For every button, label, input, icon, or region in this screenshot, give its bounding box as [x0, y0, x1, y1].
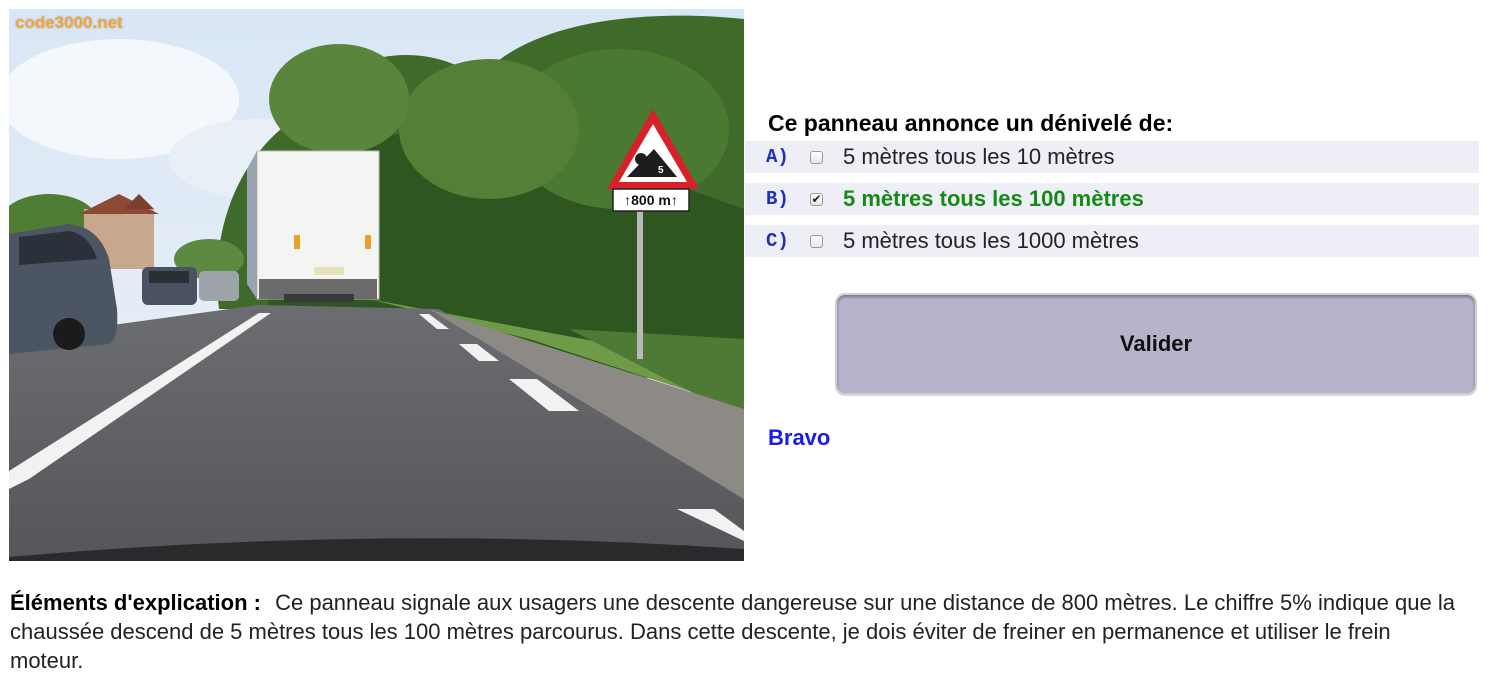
- answer-row-b[interactable]: B) ✔ 5 mètres tous les 100 mètres: [745, 183, 1479, 215]
- sign-plate-text: ↑800 m↑: [624, 192, 678, 208]
- answer-text: 5 mètres tous les 1000 mètres: [843, 228, 1139, 253]
- answer-letter: B): [766, 188, 789, 210]
- result-message: Bravo: [768, 425, 831, 450]
- road-photo: 5 ↑800 m↑ code3000.net: [9, 9, 744, 561]
- answer-row-a[interactable]: A) 5 mètres tous les 10 mètres: [745, 141, 1479, 173]
- svg-text:5: 5: [658, 165, 664, 176]
- explanation-block: Éléments d'explication : Ce panneau sign…: [10, 588, 1470, 675]
- validate-button[interactable]: Valider: [835, 293, 1477, 395]
- answer-row-c[interactable]: C) 5 mètres tous les 1000 mètres: [745, 225, 1479, 257]
- answer-letter: C): [766, 230, 789, 252]
- answer-letter: A): [766, 146, 789, 168]
- road-scene-illustration: 5 ↑800 m↑: [9, 9, 744, 561]
- answer-text-correct: 5 mètres tous les 100 mètres: [843, 186, 1144, 211]
- answer-checkbox-checked[interactable]: ✔: [810, 192, 823, 206]
- explanation-label: Éléments d'explication :: [10, 590, 261, 615]
- question-title: Ce panneau annonce un dénivelé de:: [768, 110, 1174, 136]
- answer-checkbox[interactable]: [810, 234, 823, 248]
- watermark: code3000.net: [15, 13, 123, 32]
- answer-text: 5 mètres tous les 10 mètres: [843, 144, 1115, 169]
- answer-checkbox[interactable]: [810, 150, 823, 164]
